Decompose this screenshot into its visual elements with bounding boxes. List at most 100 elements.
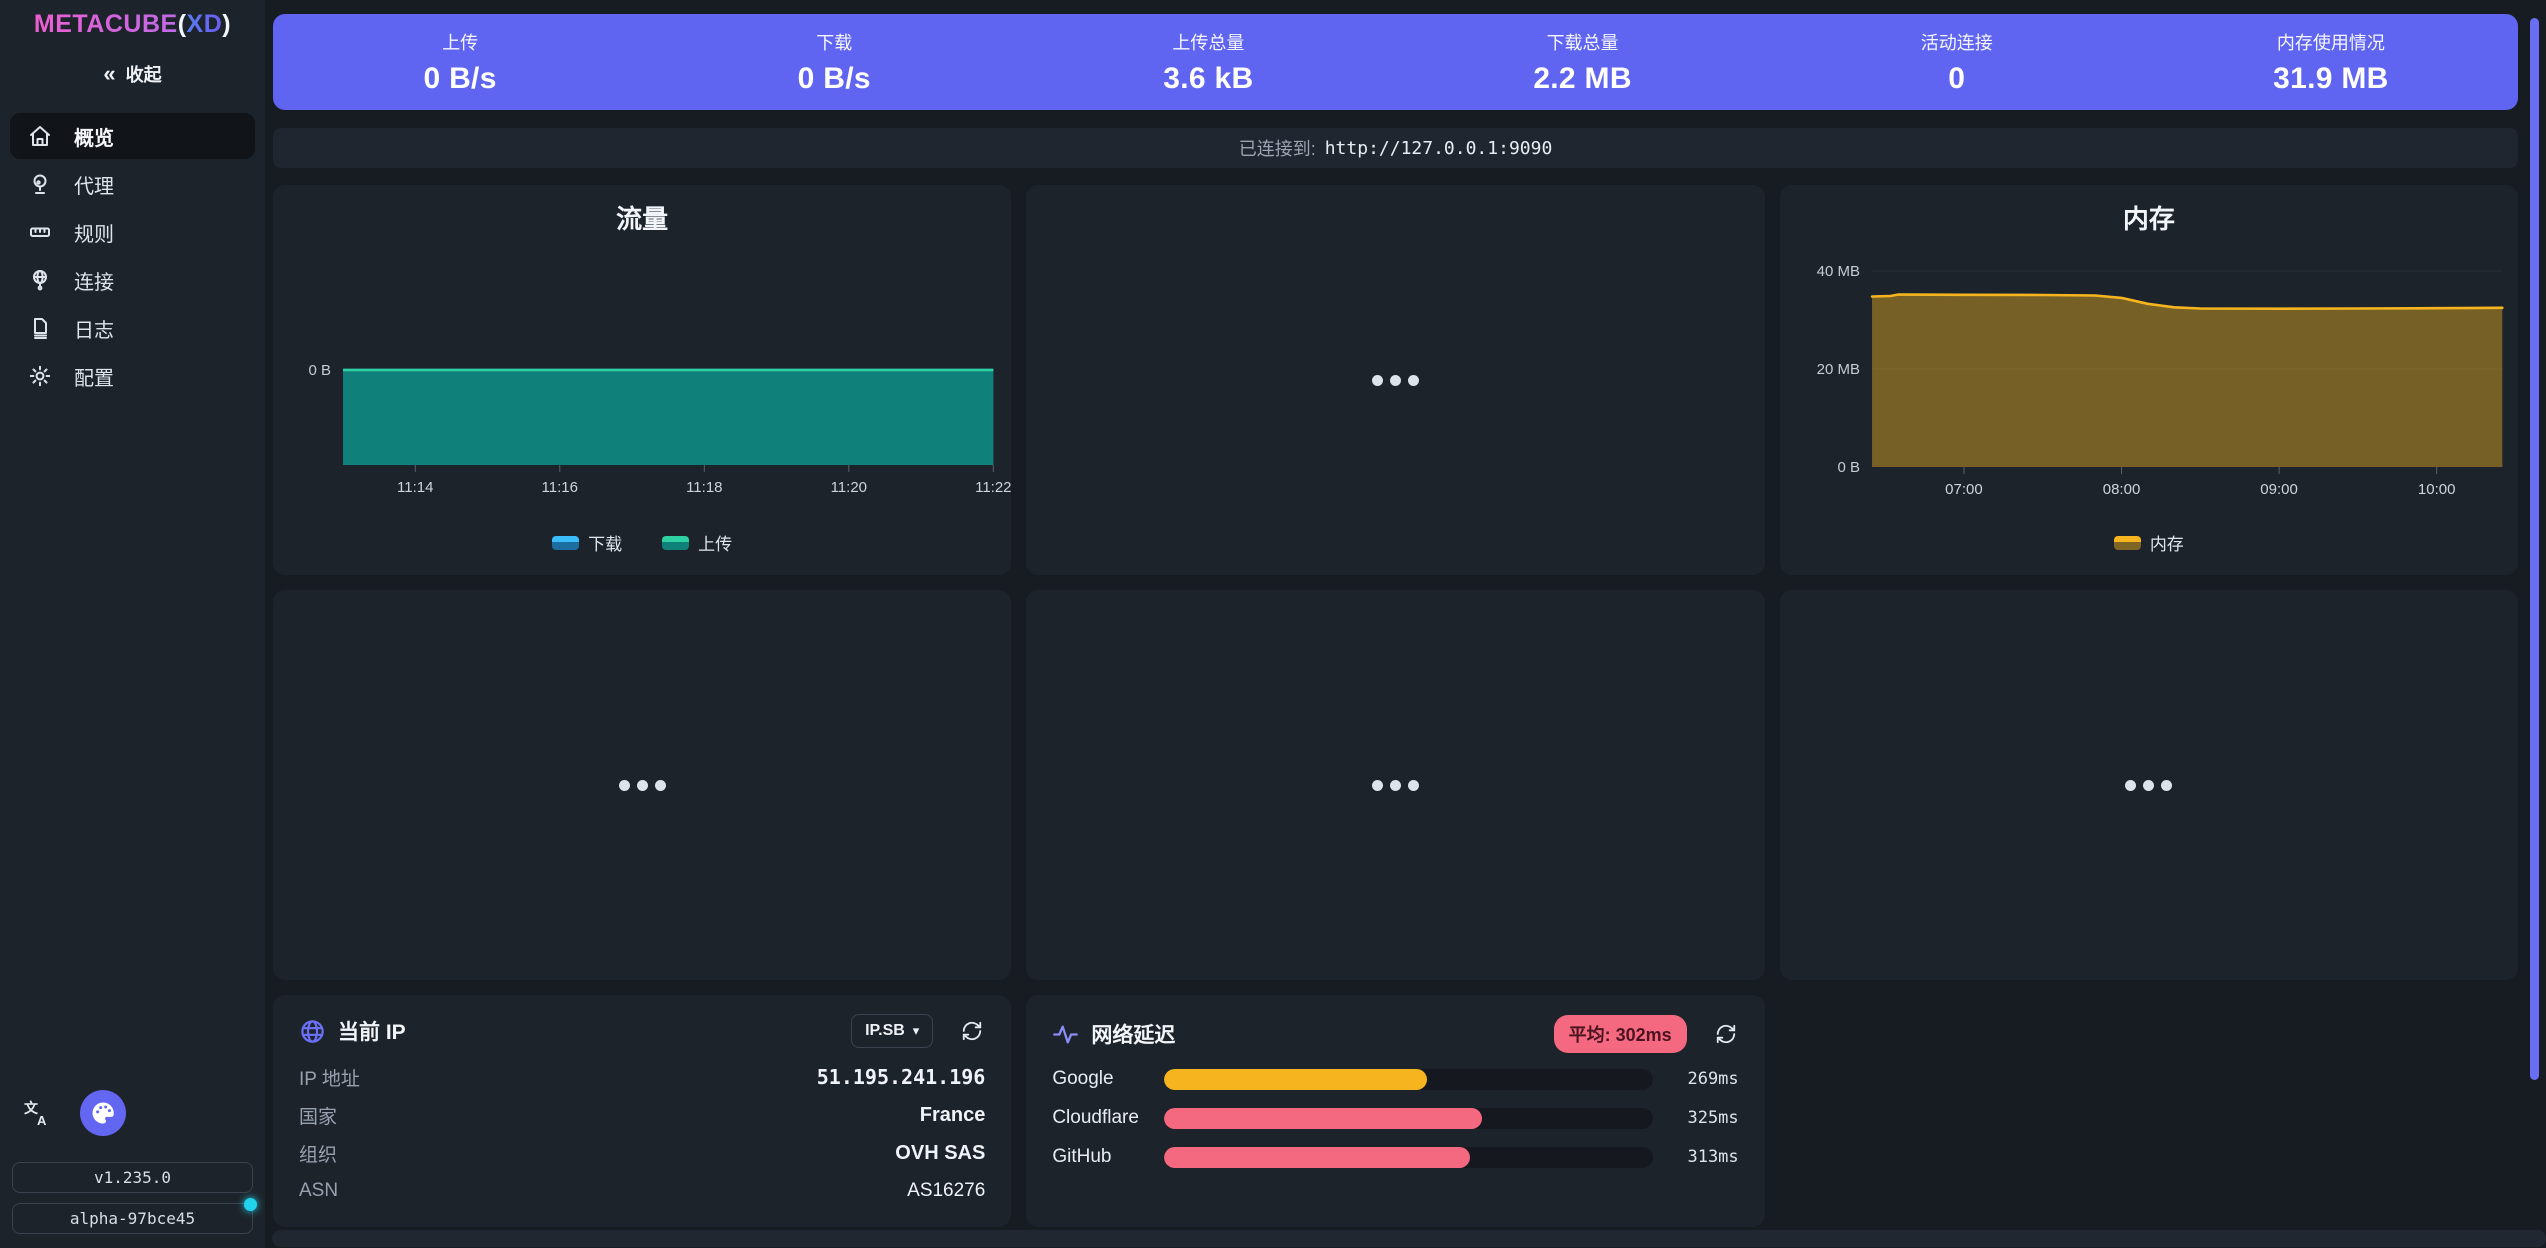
refresh-ip-button[interactable] xyxy=(959,1018,985,1044)
globe-icon xyxy=(299,1018,326,1045)
stat-value: 2.2 MB xyxy=(1395,62,1769,96)
legend-item[interactable]: 内存 xyxy=(2114,530,2184,555)
empty-grid-cell xyxy=(1780,995,2518,1227)
ip-row-label: ASN xyxy=(299,1180,338,1202)
sidebar-item-proxies[interactable]: 代理 xyxy=(10,161,255,207)
svg-text:11:14: 11:14 xyxy=(397,479,433,496)
asn-row: ASN AS16276 xyxy=(299,1172,985,1210)
core-version-text: v1.235.0 xyxy=(94,1168,171,1187)
svg-text:0 B: 0 B xyxy=(1837,459,1860,476)
memory-chart: 0 B20 MB40 MB07:0008:0009:0010:00 xyxy=(1780,242,2518,510)
stat-label: 内存使用情况 xyxy=(2144,29,2518,55)
logo-paren-close: ) xyxy=(222,10,231,38)
ui-version-text: alpha-97bce45 xyxy=(70,1209,195,1228)
chevrons-left-icon: « xyxy=(103,63,115,85)
legend-label: 内存 xyxy=(2150,530,2184,555)
sidebar-item-connections[interactable]: 连接 xyxy=(10,257,255,303)
ip-provider-dropdown[interactable]: IP.SB ▾ xyxy=(851,1014,933,1048)
stat-label: 活动连接 xyxy=(1770,29,2144,55)
sidebar-item-overview[interactable]: 概览 xyxy=(10,113,255,159)
traffic-chart: 0 B11:1411:1611:1811:2011:22 xyxy=(273,242,1011,510)
memory-chart-title: 内存 xyxy=(1780,199,2518,236)
latency-site-label: Google xyxy=(1052,1068,1164,1090)
stat-label: 上传总量 xyxy=(1021,29,1395,55)
refresh-icon xyxy=(961,1020,983,1042)
home-icon xyxy=(28,124,52,148)
traffic-chart-title: 流量 xyxy=(273,199,1011,236)
sidebar-item-logs[interactable]: 日志 xyxy=(10,305,255,351)
stat-value: 0 xyxy=(1770,62,2144,96)
legend-label: 上传 xyxy=(698,530,732,555)
sidebar-item-label: 规则 xyxy=(74,218,114,247)
loading-panel xyxy=(1026,590,1764,980)
theme-palette-button[interactable] xyxy=(80,1090,126,1136)
svg-text:11:20: 11:20 xyxy=(831,479,867,496)
traffic-chart-card: 流量 0 B11:1411:1611:1811:2011:22 下载上传 xyxy=(273,185,1011,575)
stat-label: 下载总量 xyxy=(1395,29,1769,55)
svg-text:07:00: 07:00 xyxy=(1945,481,1983,498)
stat-label: 上传 xyxy=(273,29,647,55)
legend-swatch xyxy=(2114,536,2141,550)
legend-item[interactable]: 下载 xyxy=(552,530,622,555)
latency-bar-track xyxy=(1164,1108,1652,1129)
palette-icon xyxy=(89,1099,117,1127)
stat-download-speed: 下载 0 B/s xyxy=(647,29,1021,96)
svg-text:08:00: 08:00 xyxy=(2102,481,2140,498)
dashboard-grid: 流量 0 B11:1411:1611:1811:2011:22 下载上传 内存 … xyxy=(273,185,2518,1227)
language-switch-button[interactable]: 文 A xyxy=(20,1096,54,1130)
refresh-latency-button[interactable] xyxy=(1713,1021,1739,1047)
sidebar-item-rules[interactable]: 规则 xyxy=(10,209,255,255)
latency-value: 269ms xyxy=(1653,1069,1739,1089)
sidebar-footer: 文 A v1.235.0 alpha- xyxy=(0,1090,265,1234)
connections-icon xyxy=(28,268,52,292)
vertical-scrollbar-thumb[interactable] xyxy=(2530,18,2539,1080)
svg-text:11:22: 11:22 xyxy=(975,479,1011,496)
stat-label: 下载 xyxy=(647,29,1021,55)
memory-chart-legend: 内存 xyxy=(1780,510,2518,575)
ip-address-row: IP 地址 51.195.241.196 xyxy=(299,1058,985,1096)
legend-item[interactable]: 上传 xyxy=(662,530,732,555)
sidebar-item-label: 代理 xyxy=(74,170,114,199)
proxies-icon xyxy=(28,172,52,196)
ip-address-value: 51.195.241.196 xyxy=(817,1065,986,1089)
svg-text:11:16: 11:16 xyxy=(542,479,578,496)
horizontal-scrollbar-thumb[interactable] xyxy=(272,1230,2546,1247)
latency-value: 325ms xyxy=(1653,1108,1739,1128)
logo-accent: XD xyxy=(187,10,223,38)
loading-panel xyxy=(1780,590,2518,980)
sidebar-item-label: 配置 xyxy=(74,362,114,391)
sidebar: METACUBE(XD) « 收起 概览 代理 规则 连接 xyxy=(0,0,265,1248)
app-root: METACUBE(XD) « 收起 概览 代理 规则 连接 xyxy=(0,0,2546,1248)
organization-row: 组织 OVH SAS xyxy=(299,1134,985,1172)
stat-value: 31.9 MB xyxy=(2144,62,2518,96)
network-latency-card: 网络延迟 平均: 302ms Google 269ms Cloudflare xyxy=(1026,995,1764,1227)
country-row: 国家 France xyxy=(299,1096,985,1134)
organization-value: OVH SAS xyxy=(895,1142,985,1165)
latency-site-label: GitHub xyxy=(1052,1146,1164,1168)
chevron-down-icon: ▾ xyxy=(913,1023,920,1039)
svg-text:20 MB: 20 MB xyxy=(1816,361,1859,378)
latency-title: 网络延迟 xyxy=(1091,1019,1175,1049)
latency-bar-track xyxy=(1164,1147,1652,1168)
svg-text:09:00: 09:00 xyxy=(2260,481,2298,498)
ip-provider-label: IP.SB xyxy=(865,1022,905,1040)
logs-icon xyxy=(28,316,52,340)
stat-active-connections: 活动连接 0 xyxy=(1770,29,2144,96)
logo-paren-open: ( xyxy=(178,10,187,38)
svg-text:0 B: 0 B xyxy=(309,362,332,379)
latency-row-cloudflare: Cloudflare 325ms xyxy=(1052,1107,1738,1129)
update-indicator-dot xyxy=(244,1198,257,1211)
translate-icon: 文 A xyxy=(22,1098,52,1128)
latency-value: 313ms xyxy=(1653,1147,1739,1167)
logo-brand: METACUBE xyxy=(34,10,178,38)
svg-text:10:00: 10:00 xyxy=(2418,481,2456,498)
ip-row-label: 组织 xyxy=(299,1140,337,1167)
sidebar-item-config[interactable]: 配置 xyxy=(10,353,255,399)
stat-value: 0 B/s xyxy=(647,62,1021,96)
collapse-sidebar-button[interactable]: « 收起 xyxy=(89,55,175,93)
ip-row-label: 国家 xyxy=(299,1102,337,1129)
legend-swatch xyxy=(552,536,579,550)
app-logo: METACUBE(XD) xyxy=(0,10,265,39)
stat-download-total: 下载总量 2.2 MB xyxy=(1395,29,1769,96)
ip-row-label: IP 地址 xyxy=(299,1064,360,1091)
